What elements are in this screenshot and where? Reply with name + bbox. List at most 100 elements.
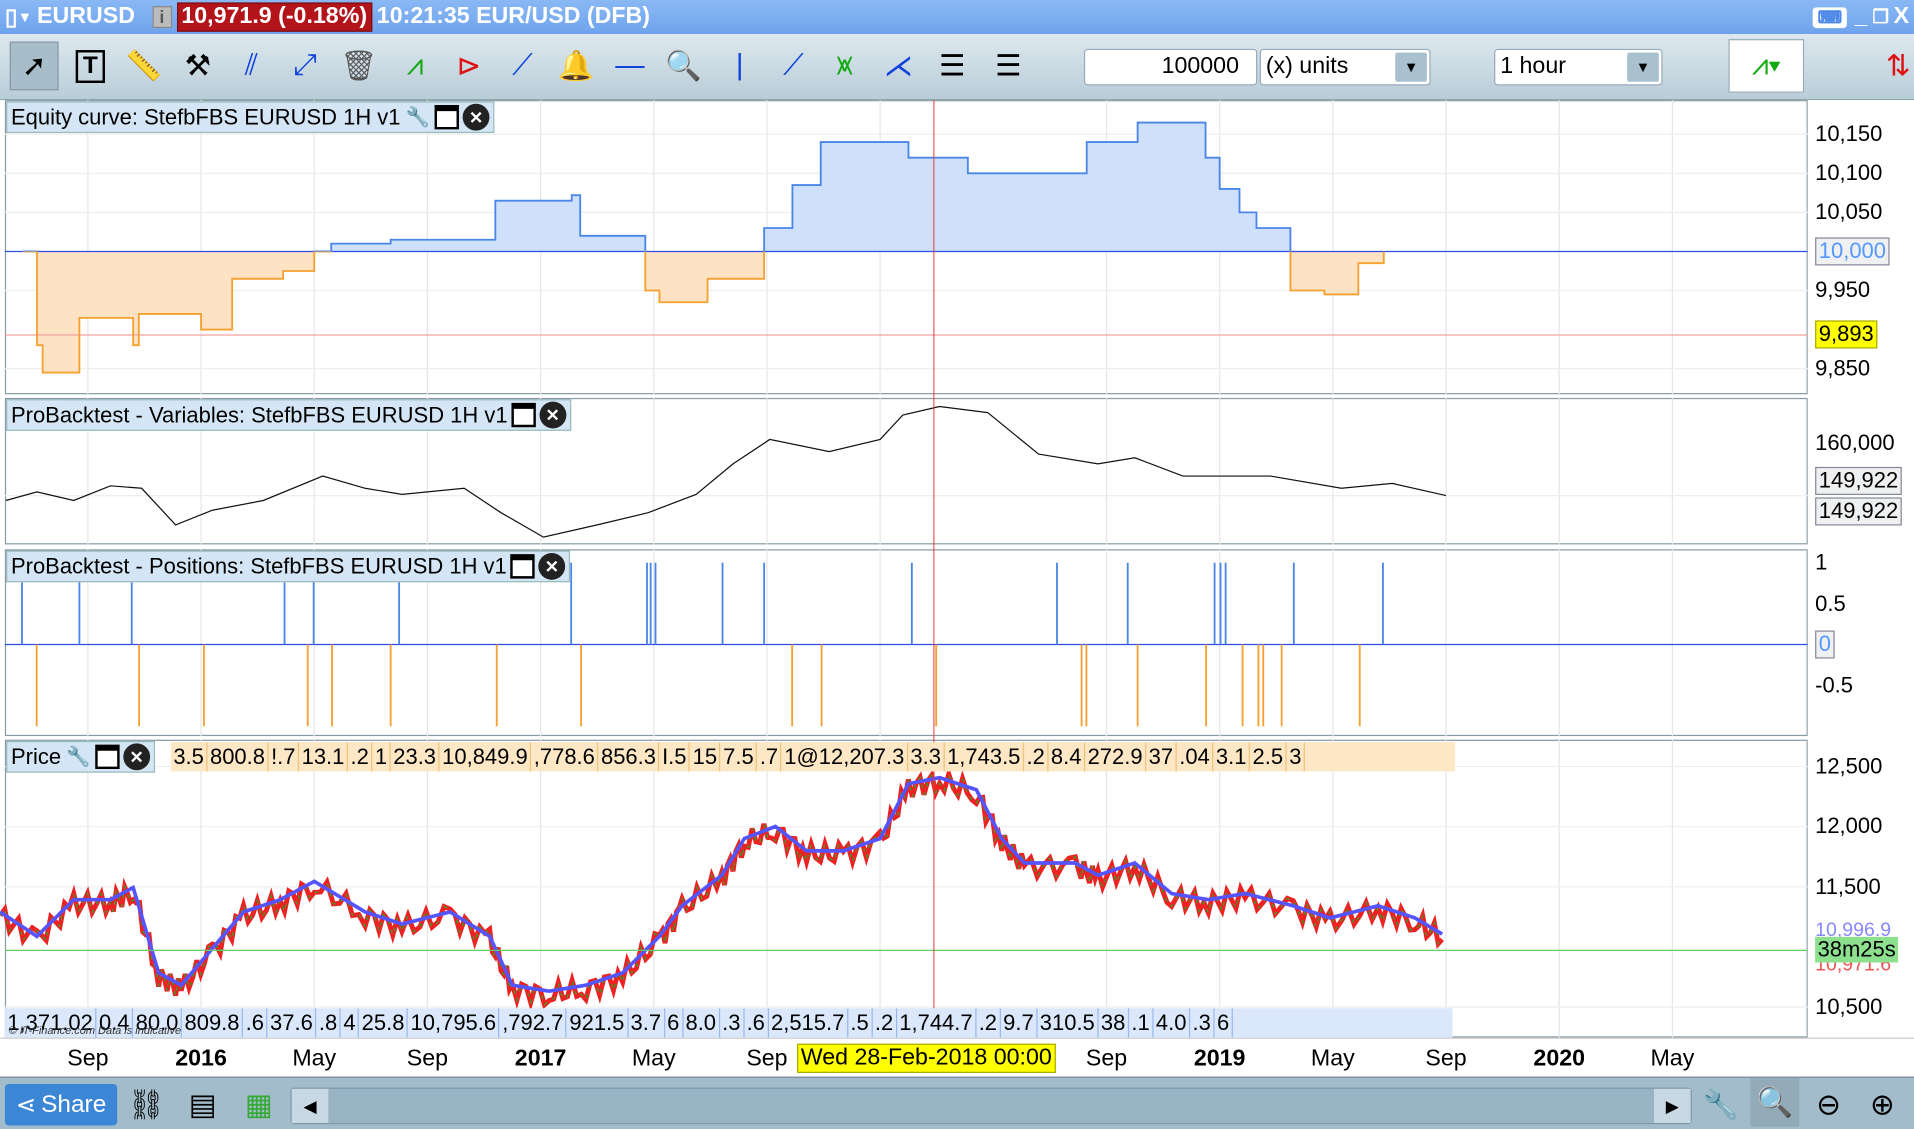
axis-tick-label: -0.5 (1815, 672, 1853, 697)
trade-label: 7.5 (721, 742, 758, 772)
close-panel-icon[interactable]: ✕ (462, 103, 490, 131)
variables-panel: ProBacktest - Variables: StefbFBS EURUSD… (4, 397, 1808, 545)
window-icon[interactable] (95, 744, 120, 770)
trading-icon[interactable]: ⇅ (1882, 42, 1914, 91)
price-panel-header: Price 🔧 ✕ (6, 740, 156, 773)
scroll-left-button[interactable]: ◀ (291, 1088, 329, 1124)
trade-label: 1,743.5 (945, 742, 1025, 772)
trade-label: 3.7 (628, 1008, 665, 1038)
share-button[interactable]: ⋖ Share (4, 1083, 118, 1126)
channel-icon[interactable]: ⩘ (391, 42, 440, 91)
share-label: Share (41, 1090, 107, 1118)
restore-icon[interactable]: ❐ (1872, 6, 1888, 28)
fibonacci-retracement-icon[interactable]: ☰ (984, 42, 1033, 91)
segment-icon[interactable]: ⤢ (281, 42, 330, 91)
equity-marker-value: 9,893 (1815, 320, 1878, 350)
time-tick-label: 2019 (1193, 1046, 1246, 1072)
trade-label: 3.3 (908, 742, 945, 772)
alert-bell-icon[interactable]: 🔔 (552, 42, 601, 91)
info-icon[interactable]: i (152, 6, 172, 29)
scroll-right-button[interactable]: ▶ (1653, 1088, 1691, 1124)
trade-label: I.5 (660, 742, 691, 772)
close-panel-icon[interactable]: ✕ (539, 401, 567, 429)
trade-label: .6 (744, 1008, 769, 1038)
fibonacci-icon[interactable]: ☰ (928, 42, 977, 91)
trendline-icon[interactable]: ⟋ (498, 42, 547, 91)
zoom-icon[interactable]: 🔍 (659, 42, 708, 91)
orders-list-icon[interactable]: ▤ (178, 1080, 227, 1129)
candle-countdown: 38m25s (1815, 936, 1899, 963)
price-panel: Price 🔧 ✕ © IT-Finance.com Data is indicat… (4, 739, 1808, 1038)
ruler-icon[interactable]: 📏 (120, 42, 169, 91)
chevron-down-icon[interactable]: ▼ (18, 9, 33, 26)
trade-label: .1 (1129, 1008, 1154, 1038)
vertical-line-icon[interactable]: | (715, 42, 764, 91)
pointer-tool-icon[interactable]: ➚ (9, 41, 59, 91)
trade-label: 800.8 (208, 742, 269, 772)
trade-label: 8.0 (683, 1008, 720, 1038)
regression-icon[interactable]: ⩙ (820, 42, 869, 91)
chevron-down-icon[interactable]: ▼ (1395, 52, 1427, 82)
link-icon[interactable]: ⛓ (122, 1080, 171, 1129)
time-tick-label: May (292, 1046, 337, 1072)
parallel-lines-icon[interactable]: ⫽ (227, 42, 276, 91)
time-tick-label: 2017 (514, 1046, 567, 1072)
trade-label: .2 (1024, 742, 1049, 772)
ray-icon[interactable]: ⟋ (769, 42, 818, 91)
units-select[interactable]: (x) units ▼ (1259, 48, 1431, 86)
text-tool-icon[interactable]: T (66, 42, 115, 91)
axis-tick-label: 9,850 (1815, 355, 1871, 381)
symbol-name[interactable]: EURUSD (37, 4, 135, 31)
close-panel-icon[interactable]: ✕ (538, 552, 566, 580)
equity-panel: Equity curve: StefbFBS EURUSD 1H v1 🔧 ✕ (4, 100, 1808, 395)
window-icon[interactable] (434, 104, 460, 130)
trade-label: .8 (316, 1008, 341, 1038)
tools-icon[interactable]: ⚒ (173, 42, 222, 91)
toolbar: ➚ T 📏 ⚒ ⫽ ⤢ 🗑 ⩘ ⊳ ⟋ 🔔 — 🔍 | ⟋ ⩙ ⋌ ☰ ☰ 10… (0, 34, 1914, 101)
close-panel-icon[interactable]: ✕ (123, 743, 151, 771)
trade-labels-top: 3.5 800.8 !.7 13.1.2 1 23.3 10,849.9,778.6 856.… (170, 742, 1456, 772)
order-book-icon[interactable]: ▦ (234, 1080, 283, 1129)
horizontal-line-icon[interactable]: — (605, 42, 654, 91)
triangle-icon[interactable]: ⊳ (444, 42, 493, 91)
window-icon[interactable] (510, 554, 535, 579)
trash-icon[interactable]: 🗑 (334, 42, 383, 91)
window-icon[interactable] (511, 402, 536, 428)
trade-label: 4 (341, 1008, 360, 1038)
trade-label: !.7 (269, 742, 300, 772)
copyright: © IT-Finance.com Data is indicative (8, 1024, 182, 1037)
trade-label: 3.5 (171, 742, 208, 772)
close-icon[interactable]: X (1894, 4, 1909, 31)
trade-label: 23.3 (391, 742, 440, 772)
axis-tick-label: 10,150 (1815, 121, 1883, 146)
chart-settings-icon[interactable]: 🔧 (1697, 1080, 1746, 1129)
axis-tick-label: 11,500 (1815, 873, 1881, 899)
units-value: (x) units (1265, 53, 1349, 80)
candlestick-icon[interactable]: ▯ (5, 3, 18, 31)
wrench-icon[interactable]: 🔧 (404, 104, 431, 131)
fan-icon[interactable]: ⋌ (874, 42, 923, 91)
positions-axis: 1 0.5 -0.5 0 (1807, 549, 1914, 737)
zoom-in-icon[interactable]: ⊕ (1858, 1080, 1907, 1129)
price-axis: 12,500 12,000 11,500 10,500 10,996.9 10,971.6… (1807, 739, 1914, 1038)
zoom-out-icon[interactable]: ⊖ (1804, 1080, 1853, 1129)
trade-label: 2,515.7 (769, 1008, 848, 1038)
chevron-down-icon[interactable]: ▼ (1627, 52, 1659, 82)
add-indicator-icon[interactable]: ⩘▾ (1728, 39, 1805, 93)
horizontal-scrollbar[interactable]: ◀ ▶ (290, 1087, 1692, 1125)
trade-labels-bottom: 1,371.02 0.4 80.0 809.8.6 37.6.8 4 25.8 10,795.… (4, 1008, 1453, 1038)
trade-label: 10,795.6 (408, 1008, 500, 1038)
trade-label: 2.5 (1250, 742, 1287, 772)
axis-tick-label: 1 (1815, 549, 1828, 575)
minimize-icon[interactable]: _ (1855, 4, 1868, 31)
trade-label: 921.5 (567, 1008, 629, 1038)
quantity-stepper[interactable]: 100000 (1083, 48, 1258, 86)
timeframe-select[interactable]: 1 hour ▼ (1494, 48, 1663, 86)
equity-current-value: 10,000 (1815, 237, 1890, 266)
wrench-icon[interactable]: 🔧 (65, 743, 92, 770)
time-tick-label: May (1310, 1046, 1355, 1072)
auto-zoom-icon[interactable]: 🔍 (1750, 1077, 1800, 1127)
trade-label: 6 (665, 1008, 684, 1038)
keyboard-icon[interactable]: ⌨ (1812, 6, 1848, 28)
time-tick-label: 2020 (1533, 1046, 1586, 1072)
